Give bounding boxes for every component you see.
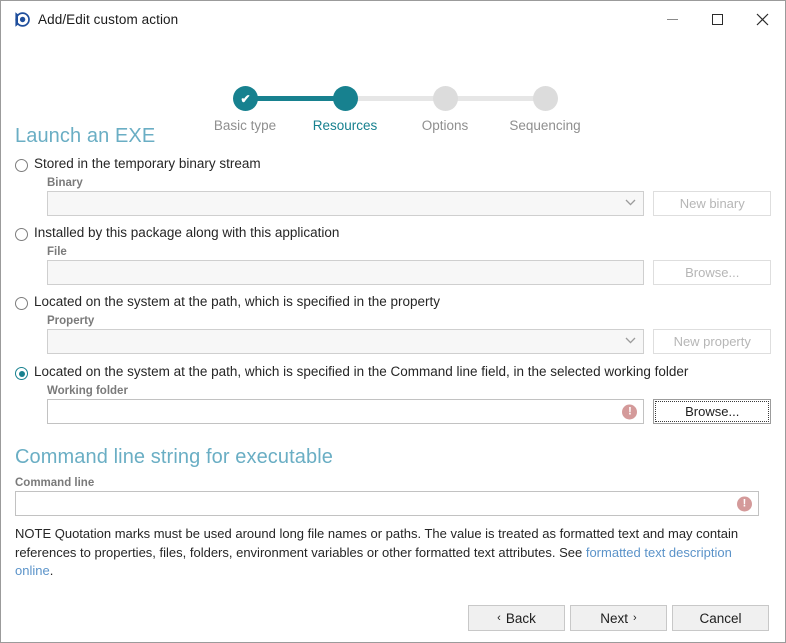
maximize-button[interactable] bbox=[695, 1, 740, 37]
stepper-dot-sequencing[interactable] bbox=[533, 86, 558, 111]
cancel-button[interactable]: Cancel bbox=[672, 605, 769, 631]
field-label-binary: Binary bbox=[47, 177, 83, 189]
field-row-property: New property bbox=[47, 329, 771, 354]
option-label-located-by-command-line: Located on the system at the path, which… bbox=[34, 364, 689, 379]
command-line-input[interactable]: ! bbox=[15, 491, 759, 516]
close-icon bbox=[756, 13, 769, 25]
field-label-property: Property bbox=[47, 315, 95, 327]
command-line-note: NOTE Quotation marks must be used around… bbox=[15, 525, 767, 581]
wizard-stepper: ✔ Basic type Resources Options Sequencin… bbox=[1, 39, 785, 133]
next-button-label: Next bbox=[600, 610, 629, 626]
radio-stored-binary-stream[interactable] bbox=[15, 159, 28, 172]
file-input[interactable] bbox=[47, 260, 645, 285]
browse-working-folder-button[interactable]: Browse... bbox=[653, 399, 771, 424]
field-row-binary: New binary bbox=[47, 191, 771, 216]
title-bar: Add/Edit custom action bbox=[1, 1, 785, 37]
field-label-file: File bbox=[47, 246, 67, 258]
binary-combo[interactable] bbox=[47, 191, 645, 216]
chevron-down-icon bbox=[625, 337, 636, 347]
dialog-footer: ‹ Back Next › Cancel bbox=[1, 594, 785, 642]
dialog-content: Launch an EXE Stored in the temporary bi… bbox=[1, 125, 785, 581]
new-property-button[interactable]: New property bbox=[653, 329, 771, 354]
field-row-working-folder: ! Browse... bbox=[47, 399, 771, 424]
option-label-located-by-property: Located on the system at the path, which… bbox=[34, 294, 440, 309]
radio-installed-by-package[interactable] bbox=[15, 228, 28, 241]
option-stored-binary-stream[interactable]: Stored in the temporary binary stream bbox=[15, 156, 771, 172]
back-button[interactable]: ‹ Back bbox=[468, 605, 565, 631]
window-controls bbox=[650, 1, 785, 37]
chevron-down-icon bbox=[625, 199, 636, 209]
close-button[interactable] bbox=[740, 1, 785, 37]
window-title: Add/Edit custom action bbox=[38, 11, 179, 27]
option-located-by-property[interactable]: Located on the system at the path, which… bbox=[15, 294, 771, 310]
maximize-icon bbox=[712, 13, 723, 25]
stepper-dot-options[interactable] bbox=[433, 86, 458, 111]
new-binary-button[interactable]: New binary bbox=[653, 191, 771, 216]
error-icon: ! bbox=[622, 404, 638, 419]
field-row-file: Browse... bbox=[47, 260, 771, 285]
minimize-button[interactable] bbox=[650, 1, 695, 37]
app-logo-icon bbox=[12, 10, 30, 28]
section-title-launch-exe: Launch an EXE bbox=[15, 125, 156, 147]
check-icon: ✔ bbox=[240, 91, 251, 106]
note-text-part2: . bbox=[49, 563, 54, 578]
next-button[interactable]: Next › bbox=[570, 605, 667, 631]
working-folder-input[interactable]: ! bbox=[47, 399, 645, 424]
minimize-icon bbox=[667, 18, 678, 20]
option-label-installed-by-package: Installed by this package along with thi… bbox=[34, 225, 340, 240]
option-installed-by-package[interactable]: Installed by this package along with thi… bbox=[15, 225, 771, 241]
dialog-window: Add/Edit custom action ✔ Basic type Reso… bbox=[0, 0, 786, 643]
radio-located-by-command-line[interactable] bbox=[15, 367, 28, 380]
browse-file-button[interactable]: Browse... bbox=[653, 260, 771, 285]
section-title-command-line: Command line string for executable bbox=[15, 446, 333, 468]
property-combo[interactable] bbox=[47, 329, 645, 354]
back-button-label: Back bbox=[505, 610, 536, 626]
option-label-stored-binary-stream: Stored in the temporary binary stream bbox=[34, 156, 261, 171]
radio-located-by-property[interactable] bbox=[15, 297, 28, 310]
field-label-command-line: Command line bbox=[15, 477, 95, 489]
stepper-track-progress bbox=[244, 96, 346, 101]
field-label-working-folder: Working folder bbox=[47, 385, 128, 397]
error-icon: ! bbox=[737, 496, 752, 511]
option-located-by-command-line[interactable]: Located on the system at the path, which… bbox=[15, 364, 771, 380]
chevron-right-icon: › bbox=[633, 612, 637, 624]
stepper-dot-resources[interactable] bbox=[333, 86, 358, 111]
chevron-left-icon: ‹ bbox=[497, 612, 501, 624]
stepper-dot-basic-type[interactable]: ✔ bbox=[233, 86, 258, 111]
